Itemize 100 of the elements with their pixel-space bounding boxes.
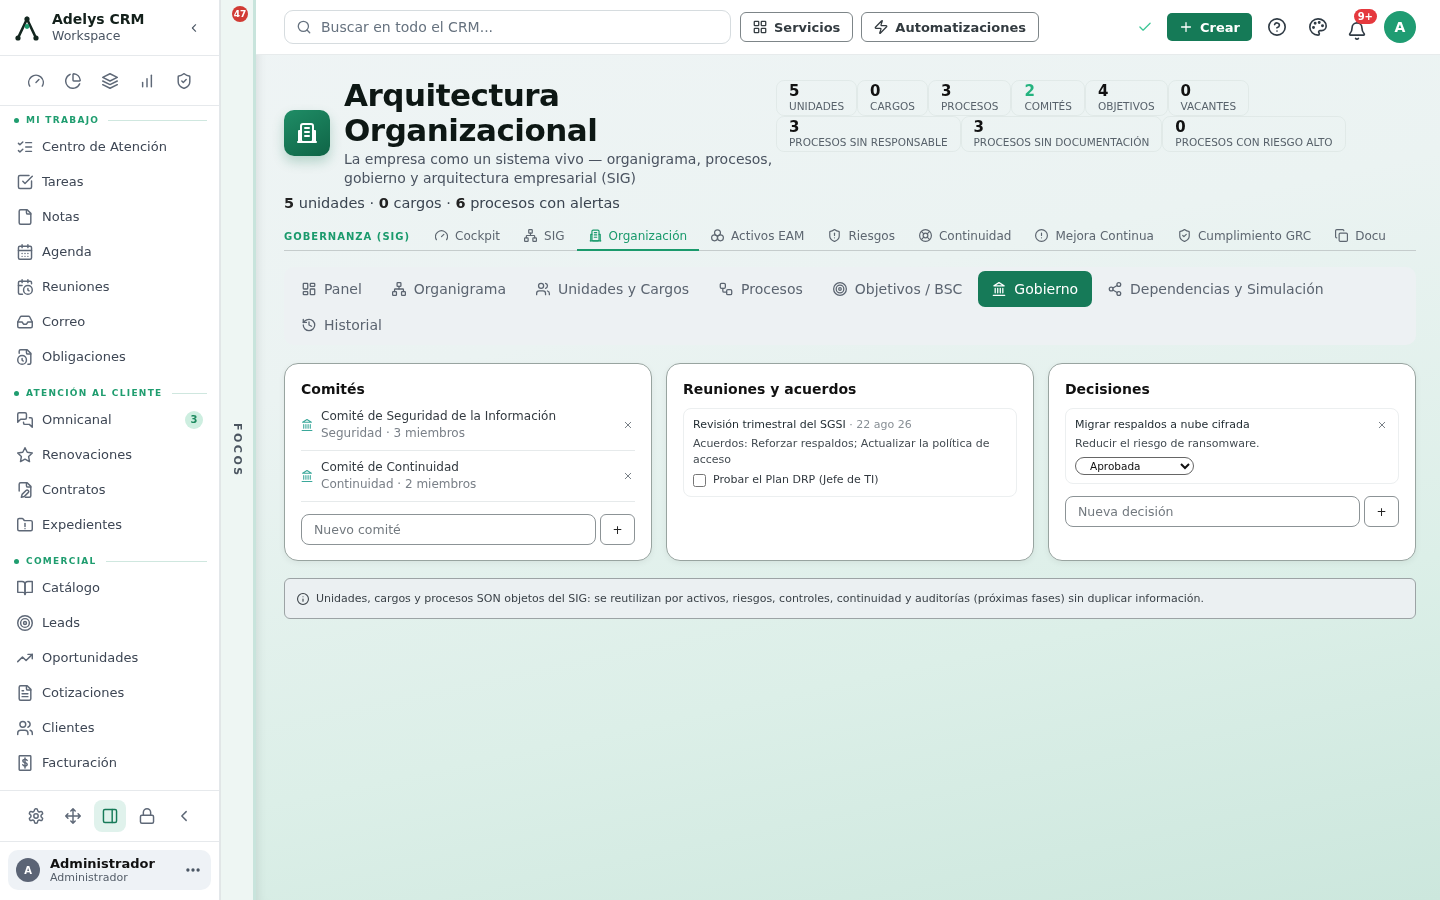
section-tab[interactable]: Panel [288, 271, 376, 307]
nav-item[interactable]: Agenda [12, 234, 207, 269]
gauge-icon [435, 229, 449, 242]
share-icon [1108, 282, 1123, 296]
stat-label: CARGOS [870, 100, 915, 113]
toolbar-button[interactable]: Automatizaciones [861, 12, 1040, 42]
page-description: La empresa como un sistema vivo — organigrama, procesos, gobierno y arquitectura empresarial (SIG) [344, 150, 774, 187]
network-icon [524, 229, 538, 242]
layers-icon [101, 72, 118, 89]
shield-check-icon [175, 72, 192, 89]
card-title: Comités [301, 380, 366, 398]
square-check-icon [17, 173, 33, 190]
file-clock-icon [17, 348, 33, 365]
help-icon [1268, 18, 1286, 36]
stat-value: 3 [789, 118, 801, 136]
stat-label: PROCESOS CON RIESGO ALTO [1175, 136, 1333, 149]
committee-meta: Continuidad · 2 miembros [321, 476, 478, 493]
file-text-icon [17, 684, 33, 701]
add-button[interactable]: + [1364, 496, 1399, 527]
calendar-clock-icon [17, 278, 33, 295]
nav-item[interactable]: Correo [12, 304, 207, 339]
bullet-icon [14, 390, 19, 396]
stat-value: 5 [789, 82, 801, 100]
section-tab[interactable]: Dependencias y Simulación [1094, 271, 1338, 307]
module-tab[interactable]: Cockpit [423, 222, 513, 251]
chat-bubbles-icon [17, 411, 33, 428]
close-icon [623, 471, 633, 481]
alert-circle-icon [1035, 229, 1049, 242]
nav-item[interactable]: Notas [12, 199, 207, 234]
check-icon [1138, 20, 1153, 34]
search-icon [297, 20, 311, 34]
new-decision-field[interactable]: Nueva decisión [1065, 496, 1360, 527]
nav-item[interactable]: Leads [12, 605, 207, 640]
user-card[interactable]: A Administrador Administrador [8, 850, 211, 890]
nav-item[interactable]: Reuniones [12, 269, 207, 304]
section-label: GOBERNANZA (SIG) [284, 229, 411, 244]
stat-value: 0 [1180, 82, 1192, 100]
nav-item[interactable]: Cotizaciones [12, 675, 207, 710]
stat-label: PROCESOS SIN DOCUMENTACIÓN [973, 136, 1150, 149]
create-button[interactable]: Crear [1167, 13, 1252, 41]
receipt-icon [17, 754, 33, 771]
bolt-icon [874, 20, 889, 34]
add-button[interactable]: + [600, 514, 635, 545]
nav-item[interactable]: Renovaciones [12, 437, 207, 472]
star-icon [17, 446, 33, 463]
module-tab[interactable]: Activos EAM [699, 222, 817, 251]
grid-icon [753, 20, 767, 34]
users-icon [536, 282, 550, 296]
remove-button[interactable] [622, 419, 634, 431]
settings-icon [27, 808, 44, 824]
module-tab[interactable]: Docu [1323, 222, 1386, 251]
module-tab[interactable]: Mejora Continua [1023, 222, 1166, 251]
section-tab[interactable]: Unidades y Cargos [522, 271, 704, 307]
layout-button[interactable] [93, 800, 126, 832]
nav-item[interactable]: Omnicanal 3 [12, 402, 207, 437]
search-field[interactable]: Buscar en todo el CRM... [284, 10, 731, 44]
module-tab[interactable]: Riesgos [816, 222, 907, 251]
nav-item[interactable]: Facturación [12, 745, 207, 780]
section-tab[interactable]: Objetivos / BSC [818, 271, 977, 307]
user-name: Administrador [50, 855, 156, 871]
nav-item[interactable]: Obligaciones [12, 339, 207, 374]
count-badge: 47 [232, 6, 248, 22]
section-tab[interactable]: Procesos [705, 271, 817, 307]
stat-value: 2 [1024, 82, 1036, 100]
section-tab[interactable]: Organigrama [377, 271, 520, 307]
nav-item[interactable]: Centro de Atención [12, 129, 207, 164]
landmark-icon [301, 470, 313, 482]
file-pen-icon [17, 481, 33, 498]
life-buoy-icon [918, 229, 932, 242]
new-committee-field[interactable]: Nuevo comité [301, 514, 596, 545]
remove-button[interactable] [622, 470, 634, 482]
nav-item[interactable]: Expedientes [12, 507, 207, 542]
committee-name: Comité de Continuidad [321, 459, 460, 476]
toolbar-button[interactable]: Servicios [740, 12, 854, 42]
section-tab[interactable]: Gobierno [978, 271, 1093, 307]
nav-item[interactable]: Contratos [12, 472, 207, 507]
decision-rationale: Reducir el riesgo de ransomware. [1075, 436, 1261, 452]
module-tab[interactable]: Cumplimiento GRC [1165, 222, 1324, 251]
nav-item[interactable]: Clientes [12, 710, 207, 745]
bullet-icon [14, 117, 19, 123]
section-tab[interactable]: Historial [288, 307, 396, 343]
module-tab[interactable]: SIG [512, 222, 577, 251]
committee-name: Comité de Seguridad de la Información [321, 408, 558, 425]
stat-label: COMITÉS [1024, 100, 1072, 113]
notifications-button[interactable]: 9+ [1341, 9, 1377, 45]
status-select[interactable]: Aprobada [1075, 457, 1194, 475]
task-checkbox[interactable] [693, 473, 706, 487]
stat-value: 4 [1097, 82, 1110, 100]
workflow-icon [719, 282, 734, 296]
remove-button[interactable] [1376, 419, 1388, 431]
nav-item[interactable]: Catálogo [12, 570, 207, 605]
focus-rail-label[interactable]: FOCOS [230, 422, 244, 478]
meeting-agreements: Acuerdos: Reforzar respaldos; Actualizar la política de acceso [693, 436, 991, 468]
stat-label: PROCESOS SIN RESPONSABLE [789, 136, 948, 149]
module-tab[interactable]: Continuidad [906, 222, 1024, 251]
page-title: Arquitectura Organizacional [344, 78, 599, 148]
nav-item[interactable]: Tareas [12, 164, 207, 199]
nav-item[interactable]: Oportunidades [12, 640, 207, 675]
dashboard-icon [302, 282, 316, 296]
stat-label: UNIDADES [789, 100, 845, 113]
